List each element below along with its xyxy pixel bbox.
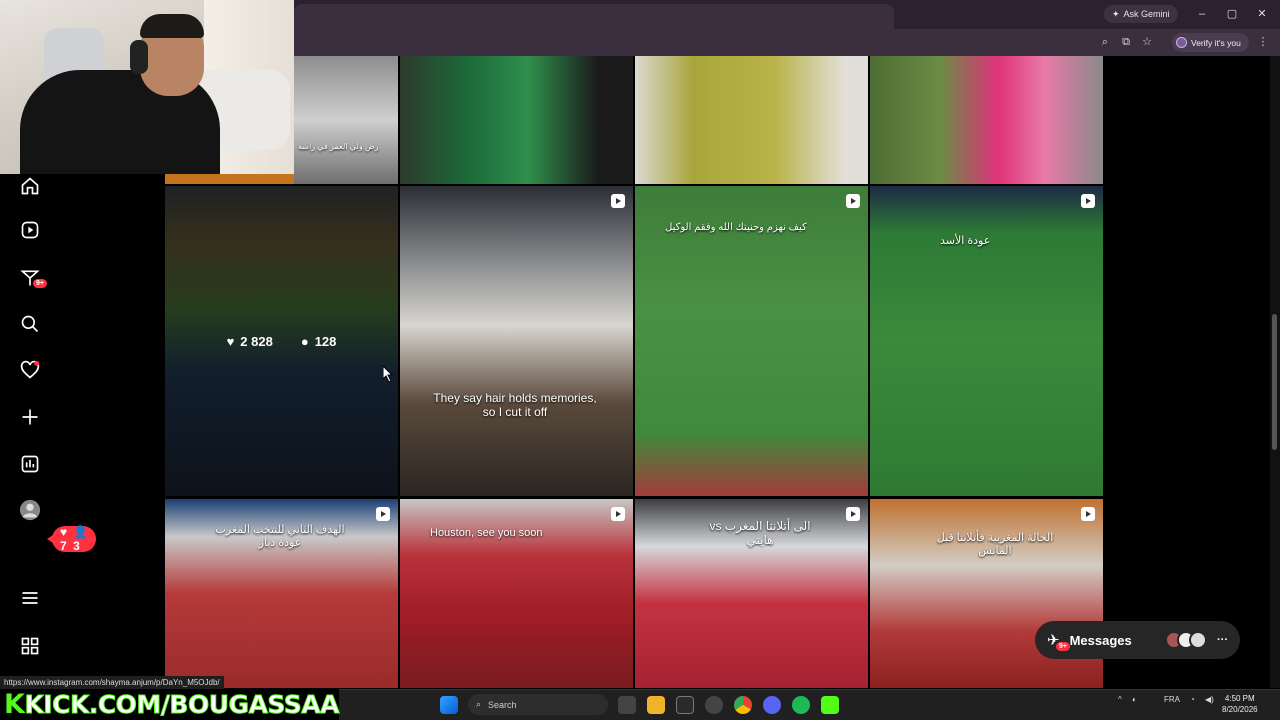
- tray-app-icon[interactable]: ◐: [1132, 695, 1137, 704]
- scrollbar-thumb[interactable]: [1272, 314, 1277, 450]
- file-explorer-icon[interactable]: [647, 696, 665, 714]
- messages-button[interactable]: ✈ 9+ Messages ···: [1035, 621, 1240, 659]
- verify-label: Verify it's you: [1191, 37, 1241, 48]
- more-icon[interactable]: [18, 634, 42, 658]
- search-icon[interactable]: [18, 312, 42, 336]
- post-tile[interactable]: [635, 56, 868, 184]
- status-url: https://www.instagram.com/shayma.anjum/p…: [0, 676, 224, 689]
- windows-start-icon[interactable]: [440, 696, 458, 714]
- home-icon[interactable]: [18, 174, 42, 198]
- follows-count: 👤 3: [73, 525, 89, 553]
- instagram-sidebar: 9+ ♥ 7 👤 3: [0, 174, 97, 674]
- post-tile[interactable]: الحالة المغربية فأتلانتا قبل الماتش: [870, 499, 1103, 688]
- likes-count: ♥ 7: [60, 525, 68, 553]
- reels-icon[interactable]: [18, 218, 42, 242]
- post-caption: They say hair holds memories, so I cut i…: [433, 391, 597, 419]
- messages-label: Messages: [1069, 632, 1132, 648]
- cursor-icon: [383, 366, 393, 382]
- dashboard-icon[interactable]: [18, 452, 42, 476]
- post-tile[interactable]: ♥ 2 828 ● 128: [165, 186, 398, 496]
- minimize-icon[interactable]: –: [1194, 6, 1210, 22]
- messages-badge: 9+: [1055, 641, 1071, 652]
- page-scrollbar[interactable]: [1270, 56, 1280, 688]
- heart-filled-icon: ♥: [226, 333, 235, 349]
- post-caption: الى أتلانتا المغرب vs هايتي: [709, 519, 811, 547]
- post-tile[interactable]: الى أتلانتا المغرب vs هايتي: [635, 499, 868, 688]
- post-hover-stats: ♥ 2 828 ● 128: [165, 186, 398, 496]
- likes-stat: ♥ 2 828: [226, 333, 273, 349]
- profile-avatar[interactable]: [18, 498, 42, 522]
- webcam-hair: [140, 14, 204, 38]
- language-indicator[interactable]: FRA: [1164, 695, 1180, 704]
- post-tile[interactable]: رض ولي العمر في راسه: [294, 56, 398, 184]
- post-caption: رض ولي العمر في راسه: [298, 142, 379, 151]
- task-view-icon[interactable]: [618, 696, 636, 714]
- reel-icon: [846, 507, 860, 521]
- taskbar-clock[interactable]: 4:50 PM 8/20/2026: [1222, 693, 1258, 715]
- spotify-icon[interactable]: [792, 696, 810, 714]
- reel-icon: [611, 194, 625, 208]
- post-tile[interactable]: [870, 56, 1103, 184]
- menu-icon[interactable]: [18, 586, 42, 610]
- reel-icon: [611, 507, 625, 521]
- volume-icon[interactable]: ◀): [1205, 695, 1214, 704]
- post-caption: كيف نهزم وحنيتك الله وفقم الوكيل: [665, 222, 807, 233]
- posts-grid: رض ولي العمر في راسه ♥ 2 828 ● 128 They sa…: [165, 56, 1103, 688]
- clock-date: 8/20/2026: [1222, 705, 1258, 714]
- wifi-icon[interactable]: ◔: [1190, 695, 1195, 704]
- taskbar-search[interactable]: ⌕ Search: [468, 694, 608, 715]
- chrome-icon[interactable]: [734, 696, 752, 714]
- avatar: [1189, 631, 1207, 649]
- post-caption: عودة الأسد: [940, 235, 991, 247]
- bookmark-star-icon[interactable]: ☆: [1140, 35, 1154, 49]
- post-tile[interactable]: الهدف الثاني للنتخب المغرب عودة دياز: [165, 499, 398, 688]
- app-icon[interactable]: [676, 696, 694, 714]
- post-tile[interactable]: كيف نهزم وحنيتك الله وفقم الوكيل: [635, 186, 868, 496]
- verify-button[interactable]: Verify it's you: [1172, 33, 1249, 52]
- create-icon[interactable]: [18, 405, 42, 429]
- tray-chevron-icon[interactable]: ^: [1118, 695, 1122, 704]
- heart-icon[interactable]: [18, 358, 42, 382]
- search-placeholder: Search: [488, 699, 517, 710]
- webcam-headset: [130, 40, 148, 74]
- reel-icon: [376, 507, 390, 521]
- comments-stat: ● 128: [300, 333, 337, 349]
- reel-icon: [1081, 194, 1095, 208]
- post-caption: الحالة المغربية فأتلانتا قبل الماتش: [936, 532, 1054, 557]
- post-caption: الهدف الثاني للنتخب المغرب عودة دياز: [215, 524, 345, 549]
- kick-overlay: K KICK.COM/BOUGASSAA: [0, 689, 340, 720]
- post-tile[interactable]: [400, 56, 633, 184]
- maximize-icon[interactable]: ▢: [1224, 6, 1240, 22]
- ask-gemini-label: Ask Gemini: [1123, 9, 1170, 19]
- message-avatars: [1165, 631, 1207, 649]
- notification-pill[interactable]: ♥ 7 👤 3: [46, 525, 97, 553]
- close-icon[interactable]: ✕: [1254, 6, 1270, 22]
- clock-time: 4:50 PM: [1224, 694, 1255, 703]
- gemini-icon: ✦: [1112, 8, 1120, 19]
- ask-gemini-button[interactable]: ✦ Ask Gemini: [1104, 5, 1178, 23]
- kick-app-icon[interactable]: [821, 696, 839, 714]
- reel-icon: [1081, 507, 1095, 521]
- browser-tab[interactable]: [294, 4, 894, 29]
- post-tile[interactable]: عودة الأسد: [870, 186, 1103, 496]
- more-dots-icon: ···: [1217, 634, 1228, 646]
- messenger-badge: 9+: [32, 278, 48, 289]
- discord-icon[interactable]: [763, 696, 781, 714]
- kebab-menu-icon[interactable]: ⋮: [1256, 35, 1270, 49]
- reel-icon: [846, 194, 860, 208]
- post-tile[interactable]: They say hair holds memories, so I cut i…: [400, 186, 633, 496]
- kick-k-letter: K: [4, 689, 25, 720]
- obs-icon[interactable]: [705, 696, 723, 714]
- install-icon[interactable]: ⧉: [1119, 35, 1133, 49]
- post-tile-edge: [165, 174, 294, 184]
- post-caption: Houston, see you soon: [430, 527, 543, 539]
- zoom-icon[interactable]: ⌕: [1098, 35, 1112, 49]
- profile-dot-icon: [1176, 37, 1187, 48]
- post-tile[interactable]: Houston, see you soon: [400, 499, 633, 688]
- comment-bubble-icon: ●: [300, 333, 309, 349]
- search-icon: ⌕: [476, 699, 482, 709]
